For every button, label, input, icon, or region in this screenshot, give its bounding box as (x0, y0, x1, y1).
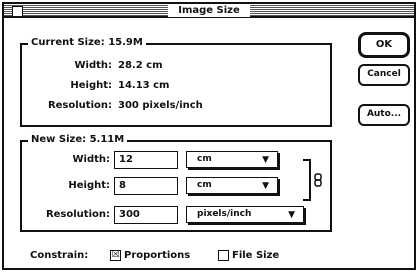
resolution-unit-value: pixels/inch (197, 209, 252, 219)
resolution-unit-select[interactable]: pixels/inch ▼ (186, 206, 304, 223)
new-height-label: Height: (68, 180, 110, 191)
resolution-input[interactable]: 300 (114, 206, 178, 224)
width-unit-value: cm (197, 154, 212, 164)
current-size-label: Current Size: 15.9M (28, 37, 146, 49)
height-input[interactable]: 8 (114, 177, 178, 195)
chevron-down-icon: ▼ (262, 181, 269, 191)
chevron-down-icon: ▼ (262, 155, 269, 165)
chevron-down-icon: ▼ (288, 210, 295, 220)
ok-button[interactable]: OK (358, 32, 410, 58)
proportions-label[interactable]: Proportions (124, 250, 190, 262)
cancel-button[interactable]: Cancel (358, 64, 410, 86)
auto-button[interactable]: Auto... (358, 104, 410, 126)
height-unit-select[interactable]: cm ▼ (186, 177, 278, 194)
current-height-label: Height: (70, 80, 112, 91)
file-size-checkbox[interactable] (218, 250, 229, 261)
current-height-value: 14.13 cm (118, 80, 170, 91)
current-resolution-value: 300 pixels/inch (118, 100, 203, 111)
window-title: Image Size (168, 4, 250, 17)
constrain-label: Constrain: (30, 250, 89, 261)
height-unit-value: cm (197, 180, 212, 190)
new-size-label: New Size: 5.11M (28, 134, 128, 146)
link-bracket (303, 159, 311, 201)
current-width-label: Width: (74, 60, 112, 71)
current-resolution-label: Resolution: (47, 100, 112, 111)
file-size-label[interactable]: File Size (232, 250, 279, 262)
proportions-checkbox[interactable]: ☒ (110, 250, 121, 261)
width-input[interactable]: 12 (114, 151, 178, 169)
width-unit-select[interactable]: cm ▼ (186, 151, 278, 168)
new-resolution-label: Resolution: (45, 209, 110, 220)
close-box-icon[interactable] (12, 6, 23, 17)
new-width-label: Width: (72, 154, 110, 165)
link-chain-icon (314, 173, 322, 187)
current-width-value: 28.2 cm (118, 60, 163, 71)
